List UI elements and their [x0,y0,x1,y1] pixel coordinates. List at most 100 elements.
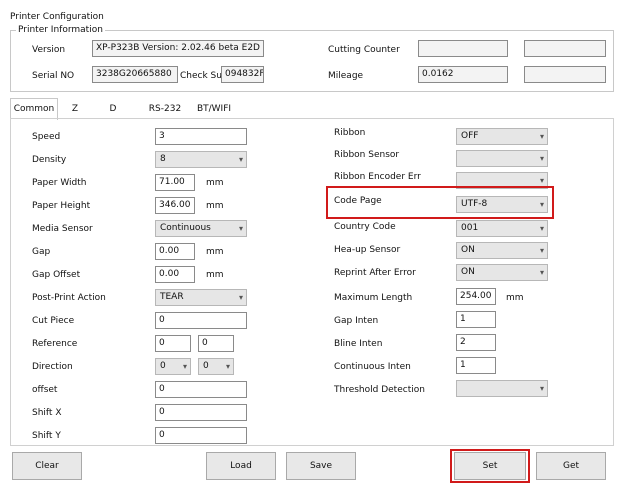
cont-inten-input[interactable]: 1 [456,357,496,374]
code-page-highlight [326,186,554,219]
mileage-label: Mileage [328,71,364,81]
cutting-counter-field-2[interactable] [524,40,606,57]
ribbon-select[interactable]: OFF ▾ [456,128,548,145]
cut-piece-label: Cut Piece [32,316,75,326]
chevron-down-icon: ▾ [539,246,544,255]
country-code-select[interactable]: 001 ▾ [456,220,548,237]
shift-y-input[interactable]: 0 [155,427,247,444]
gap-offset-input[interactable]: 0.00 [155,266,195,283]
tab-d[interactable]: D [104,100,122,118]
head-up-label: Hea-up Sensor [334,245,401,255]
offset-label: offset [32,385,58,395]
bline-inten-input[interactable]: 2 [456,334,496,351]
chevron-down-icon: ▾ [539,224,544,233]
chevron-down-icon: ▾ [539,268,544,277]
direction-b-select[interactable]: 0 ▾ [198,358,234,375]
gap-offset-label: Gap Offset [32,270,81,280]
chevron-down-icon: ▾ [225,362,230,371]
ribbon-sensor-label: Ribbon Sensor [334,150,400,160]
max-length-input[interactable]: 254.00 [456,288,496,305]
chevron-down-icon: ▾ [539,154,544,163]
media-sensor-label: Media Sensor [32,224,93,234]
chevron-down-icon: ▾ [539,132,544,141]
reprint-label: Reprint After Error [334,268,416,278]
cut-piece-input[interactable]: 0 [155,312,247,329]
chevron-down-icon: ▾ [238,293,243,302]
ribbon-value: OFF [461,131,479,141]
media-sensor-value: Continuous [160,223,211,233]
serial-field[interactable]: 3238G20665880 [92,66,178,83]
offset-input[interactable]: 0 [155,381,247,398]
paper-width-label: Paper Width [32,178,87,188]
version-label: Version [32,45,66,55]
reference-label: Reference [32,339,78,349]
media-sensor-select[interactable]: Continuous ▾ [155,220,247,237]
bline-inten-label: Bline Inten [334,339,383,349]
reprint-value: ON [461,267,475,277]
reprint-select[interactable]: ON ▾ [456,264,548,281]
cutting-counter-field[interactable] [418,40,508,57]
gap-label: Gap [32,247,51,257]
post-print-select[interactable]: TEAR ▾ [155,289,247,306]
chevron-down-icon: ▾ [539,384,544,393]
max-length-unit: mm [506,293,524,303]
serial-label: Serial NO [32,71,75,81]
shift-x-input[interactable]: 0 [155,404,247,421]
paper-width-input[interactable]: 71.00 [155,174,195,191]
gap-inten-label: Gap Inten [334,316,379,326]
speed-input[interactable]: 3 [155,128,247,145]
ribbon-sensor-select[interactable]: ▾ [456,150,548,167]
printer-info-label: Printer Information [16,24,105,36]
head-up-value: ON [461,245,475,255]
direction-a-value: 0 [160,361,166,371]
tab-common[interactable]: Common [12,100,56,118]
gap-unit: mm [206,247,224,257]
get-button[interactable]: Get [536,452,606,480]
post-print-value: TEAR [160,292,184,302]
density-value: 8 [160,154,166,164]
speed-label: Speed [32,132,61,142]
density-label: Density [32,155,67,165]
chevron-down-icon: ▾ [238,224,243,233]
threshold-select[interactable]: ▾ [456,380,548,397]
version-field[interactable]: XP-P323B Version: 2.02.46 beta E2D [92,40,264,57]
mileage-field-2[interactable] [524,66,606,83]
ribbon-label: Ribbon [334,128,366,138]
gap-offset-unit: mm [206,270,224,280]
checksum-field[interactable]: 094832FE [221,66,264,83]
head-up-select[interactable]: ON ▾ [456,242,548,259]
clear-button[interactable]: Clear [12,452,82,480]
paper-height-label: Paper Height [32,201,91,211]
gap-input[interactable]: 0.00 [155,243,195,260]
cont-inten-label: Continuous Inten [334,362,411,372]
country-code-label: Country Code [334,222,396,232]
reference-y-input[interactable]: 0 [198,335,234,352]
direction-label: Direction [32,362,73,372]
set-button-highlight [450,449,530,483]
post-print-label: Post-Print Action [32,293,106,303]
tab-z[interactable]: Z [66,100,84,118]
chevron-down-icon: ▾ [182,362,187,371]
mileage-field[interactable]: 0.0162 [418,66,508,83]
gap-inten-input[interactable]: 1 [456,311,496,328]
shift-y-label: Shift Y [32,431,61,441]
cutting-counter-label: Cutting Counter [328,45,400,55]
max-length-label: Maximum Length [334,293,413,303]
density-select[interactable]: 8 ▾ [155,151,247,168]
threshold-label: Threshold Detection [334,385,425,395]
country-code-value: 001 [461,223,479,233]
save-button[interactable]: Save [286,452,356,480]
paper-height-input[interactable]: 346.00 [155,197,195,214]
tab-rs232[interactable]: RS-232 [146,100,184,118]
paper-height-unit: mm [206,201,224,211]
tab-bt-wifi[interactable]: BT/WIFI [192,100,236,118]
load-button[interactable]: Load [206,452,276,480]
ribbon-encoder-label: Ribbon Encoder Err [334,172,421,182]
direction-a-select[interactable]: 0 ▾ [155,358,191,375]
paper-width-unit: mm [206,178,224,188]
chevron-down-icon: ▾ [238,155,243,164]
reference-x-input[interactable]: 0 [155,335,191,352]
shift-x-label: Shift X [32,408,62,418]
window-title: Printer Configuration [10,12,104,22]
direction-b-value: 0 [203,361,209,371]
